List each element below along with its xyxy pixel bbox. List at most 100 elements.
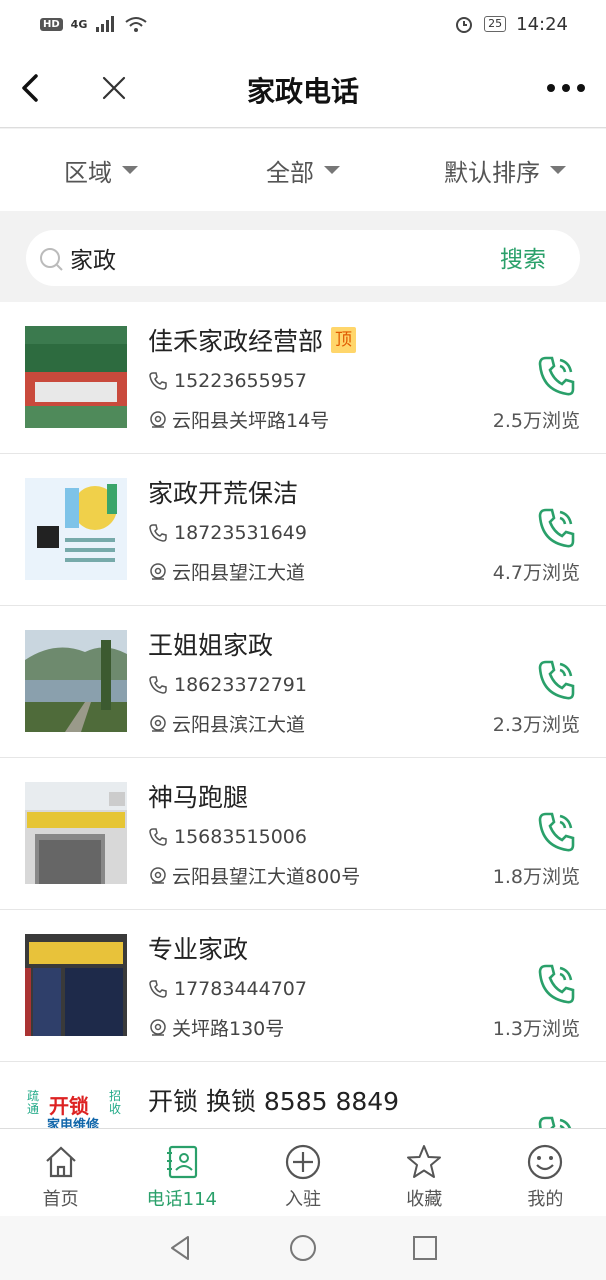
call-icon[interactable] bbox=[536, 962, 576, 1006]
call-icon[interactable] bbox=[536, 1114, 576, 1128]
phone-small-icon bbox=[149, 676, 167, 694]
filter-bar: 区域 全部 默认排序 bbox=[0, 129, 606, 211]
filter-label: 全部 bbox=[266, 158, 314, 187]
list-item[interactable]: 开锁 家电维修 疏通 招收 开锁 换锁 8585 8849 bbox=[0, 1062, 606, 1128]
listing-name: 王姐姐家政 bbox=[148, 631, 274, 660]
view-count: 4.7万浏览 bbox=[492, 562, 580, 584]
filter-label: 区域 bbox=[64, 158, 112, 187]
phonebook-icon bbox=[166, 1145, 197, 1179]
view-count: 2.5万浏览 bbox=[492, 410, 580, 432]
hd-badge: HD bbox=[40, 17, 63, 31]
call-icon[interactable] bbox=[536, 810, 576, 854]
view-count: 1.3万浏览 bbox=[492, 1018, 580, 1040]
tab-label: 收藏 bbox=[406, 1189, 443, 1210]
listing-phone: 18723531649 bbox=[148, 522, 307, 544]
battery-icon: 25 bbox=[484, 16, 507, 32]
page-title: 家政电话 bbox=[246, 75, 359, 108]
wifi-icon bbox=[125, 17, 147, 32]
filter-sort[interactable]: 默认排序 bbox=[404, 153, 606, 188]
search-input[interactable] bbox=[70, 240, 450, 276]
listing-name: 神马跑腿 bbox=[148, 783, 249, 812]
tab-home[interactable]: 首页 bbox=[0, 1129, 121, 1216]
listing-thumbnail bbox=[25, 478, 127, 580]
location-icon bbox=[150, 410, 166, 428]
listing-address: 云阳县滨江大道 bbox=[148, 710, 305, 737]
listing-name-row: 专业家政 bbox=[148, 930, 248, 966]
more-icon[interactable] bbox=[546, 78, 586, 98]
phone-small-icon bbox=[149, 524, 167, 542]
listing-thumbnail bbox=[25, 782, 127, 884]
thumb-text: 疏通 bbox=[27, 1089, 40, 1116]
location-icon bbox=[150, 1018, 166, 1036]
status-bar: HD 4G 25 14:24 bbox=[0, 0, 606, 48]
listing-phone: 17783444707 bbox=[148, 978, 307, 1000]
view-count: 2.3万浏览 bbox=[492, 714, 580, 736]
system-back-icon[interactable] bbox=[166, 1233, 196, 1263]
call-icon[interactable] bbox=[536, 354, 576, 398]
location-icon bbox=[150, 562, 166, 580]
tab-mine[interactable]: 我的 bbox=[485, 1129, 606, 1216]
listing-thumbnail bbox=[25, 630, 127, 732]
listing-name: 家政开荒保洁 bbox=[148, 479, 299, 508]
dropdown-triangle-icon bbox=[324, 166, 340, 174]
listing-name-row: 家政开荒保洁 bbox=[148, 474, 298, 510]
call-icon[interactable] bbox=[536, 506, 576, 550]
listing-phone: 15683515006 bbox=[148, 826, 307, 848]
home-icon bbox=[45, 1146, 76, 1178]
search-box: 搜索 bbox=[26, 230, 580, 286]
listing-address: 云阳县望江大道 bbox=[148, 558, 305, 585]
plus-circle-icon bbox=[285, 1144, 321, 1180]
tab-label: 入驻 bbox=[285, 1189, 321, 1210]
tab-favorites[interactable]: 收藏 bbox=[364, 1129, 485, 1216]
search-area: 搜索 bbox=[0, 212, 606, 302]
tab-phone114[interactable]: 电话114 bbox=[121, 1129, 242, 1216]
address-text: 云阳县滨江大道 bbox=[172, 714, 306, 736]
address-text: 关坪路130号 bbox=[172, 1018, 285, 1040]
listing-address: 云阳县望江大道800号 bbox=[148, 862, 360, 889]
bottom-tab-bar: 首页 电话114 入驻 收藏 我的 bbox=[0, 1128, 606, 1216]
location-icon bbox=[150, 714, 166, 732]
listing-address: 云阳县关坪路14号 bbox=[148, 406, 329, 433]
system-nav-bar bbox=[0, 1216, 606, 1280]
listing-name: 佳禾家政经营部 bbox=[148, 327, 324, 356]
address-text: 云阳县关坪路14号 bbox=[172, 410, 330, 432]
filter-region[interactable]: 区域 bbox=[0, 153, 202, 188]
search-button[interactable]: 搜索 bbox=[500, 240, 546, 274]
system-home-icon[interactable] bbox=[288, 1233, 318, 1263]
filter-category[interactable]: 全部 bbox=[202, 153, 404, 188]
listing-name: 开锁 换锁 8585 8849 bbox=[148, 1087, 400, 1116]
signal-icon bbox=[96, 16, 115, 32]
signal-type: 4G bbox=[70, 17, 88, 31]
list-item[interactable]: 专业家政 17783444707 关坪路130号 1.3万浏览 bbox=[0, 910, 606, 1062]
listing-name-row: 佳禾家政经营部顶 bbox=[148, 322, 357, 358]
listing-name-row: 开锁 换锁 8585 8849 bbox=[148, 1082, 399, 1118]
dropdown-triangle-icon bbox=[550, 166, 566, 174]
thumb-text: 招收 bbox=[109, 1089, 122, 1116]
listing-name-row: 王姐姐家政 bbox=[148, 626, 273, 662]
tab-label: 首页 bbox=[42, 1189, 79, 1210]
call-icon[interactable] bbox=[536, 658, 576, 702]
thumb-text: 家电维修 bbox=[47, 1118, 100, 1128]
listing-phone: 18623372791 bbox=[148, 674, 307, 696]
list-item[interactable]: 神马跑腿 15683515006 云阳县望江大道800号 1.8万浏览 bbox=[0, 758, 606, 910]
location-icon bbox=[150, 866, 166, 884]
list-item[interactable]: 佳禾家政经营部顶 15223655957 云阳县关坪路14号 2.5万浏览 bbox=[0, 302, 606, 454]
smiley-icon bbox=[528, 1144, 563, 1180]
dropdown-triangle-icon bbox=[122, 166, 138, 174]
phone-small-icon bbox=[149, 372, 167, 390]
listing-name: 专业家政 bbox=[148, 935, 249, 964]
listing-thumbnail bbox=[25, 934, 127, 1036]
alarm-icon bbox=[456, 17, 473, 33]
listing-list: 佳禾家政经营部顶 15223655957 云阳县关坪路14号 2.5万浏览 家政… bbox=[0, 302, 606, 1128]
phone-number: 18723531649 bbox=[174, 522, 307, 544]
tab-join[interactable]: 入驻 bbox=[242, 1129, 363, 1216]
list-item[interactable]: 家政开荒保洁 18723531649 云阳县望江大道 4.7万浏览 bbox=[0, 454, 606, 606]
list-item[interactable]: 王姐姐家政 18623372791 云阳县滨江大道 2.3万浏览 bbox=[0, 606, 606, 758]
phone-small-icon bbox=[149, 980, 167, 998]
listing-phone: 15223655957 bbox=[148, 370, 307, 392]
phone-small-icon bbox=[149, 828, 167, 846]
phone-number: 15223655957 bbox=[174, 370, 307, 392]
system-recents-icon[interactable] bbox=[410, 1233, 440, 1263]
phone-number: 15683515006 bbox=[174, 826, 307, 848]
tab-label: 我的 bbox=[527, 1189, 564, 1210]
